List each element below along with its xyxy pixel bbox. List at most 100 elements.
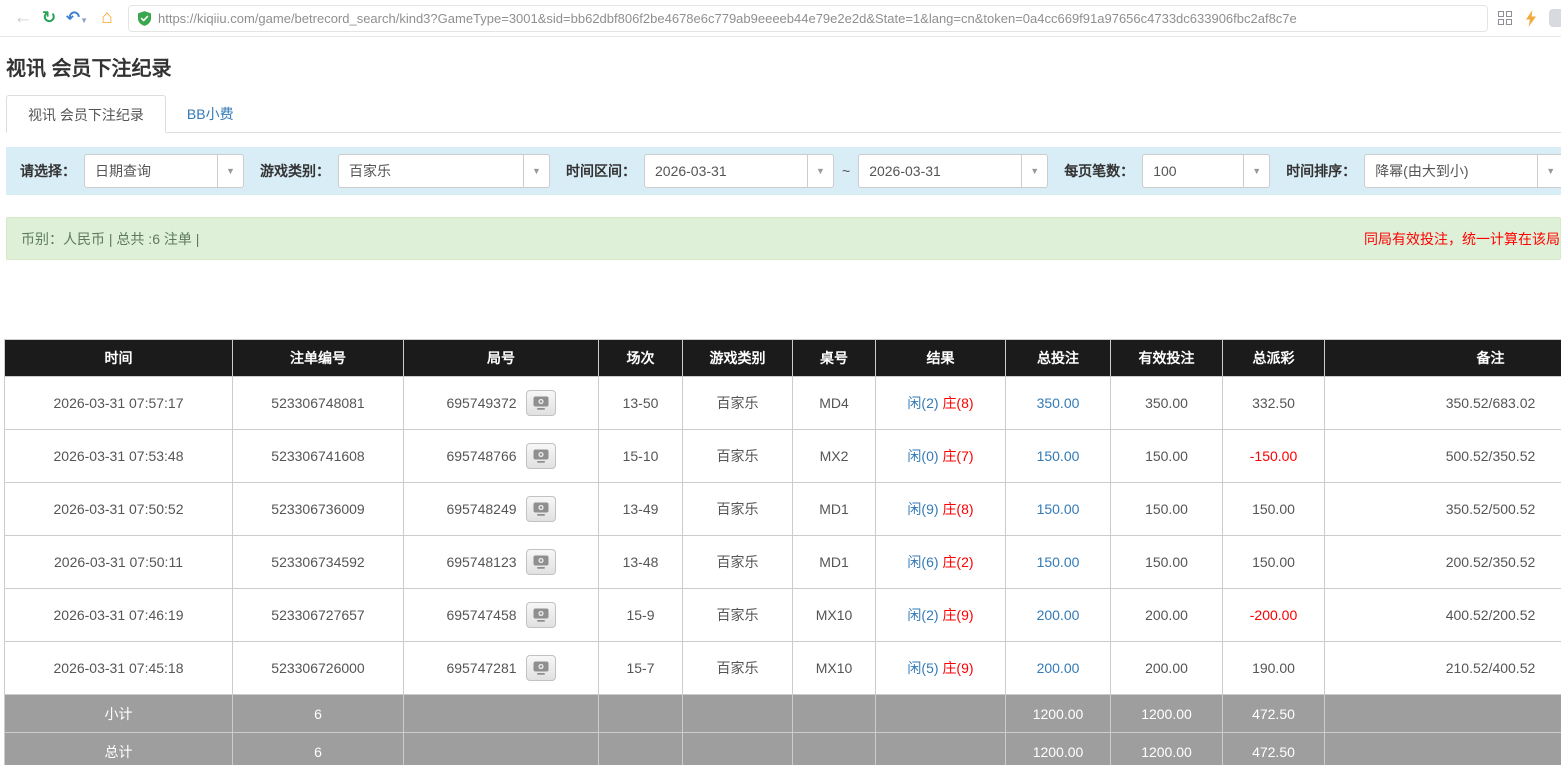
video-replay-button[interactable] — [526, 602, 556, 628]
refresh-button[interactable]: ↻ — [36, 4, 62, 32]
bet-id-cell: 523306748081 — [233, 377, 404, 430]
game-type-label: 游戏类别： — [260, 161, 330, 181]
round-number: 695748766 — [446, 448, 516, 464]
video-replay-button[interactable] — [526, 655, 556, 681]
footer-cell — [599, 733, 683, 765]
summary-notice-text: 同局有效投注，统一计算在该局第 — [1364, 229, 1561, 249]
result-banker: 庄(9) — [942, 660, 973, 676]
round-number: 695749372 — [446, 395, 516, 411]
tab-betrecord[interactable]: 视讯 会员下注纪录 — [6, 95, 166, 133]
chevron-down-icon: ▼ — [1537, 155, 1561, 187]
date-from-value: 2026-03-31 — [645, 163, 807, 179]
video-replay-button[interactable] — [526, 549, 556, 575]
game-type-cell: 百家乐 — [683, 536, 793, 589]
home-button[interactable]: ⌂ — [94, 4, 120, 32]
browser-toolbar-icons — [1498, 9, 1551, 27]
round-cell: 695747458 — [404, 589, 599, 642]
table-body: 2026-03-31 07:57:17523306748081 695749372… — [5, 377, 1561, 695]
tab-bar: 视讯 会员下注纪录 BB小费 — [6, 94, 1561, 133]
video-replay-button[interactable] — [526, 443, 556, 469]
round-wrap: 695747458 — [404, 602, 598, 628]
valid-bet-cell: 350.00 — [1111, 377, 1223, 430]
footer-cell: 6 — [233, 695, 404, 733]
footer-cell: 1200.00 — [1006, 695, 1111, 733]
column-header: 游戏类别 — [683, 340, 793, 377]
chevron-down-icon: ▼ — [80, 16, 88, 25]
footer-cell: 472.50 — [1223, 695, 1325, 733]
bet-row: 2026-03-31 07:46:19523306727657695747458… — [5, 589, 1561, 642]
payout-cell: 332.50 — [1223, 377, 1325, 430]
query-type-select[interactable]: 日期查询 ▼ — [84, 154, 244, 188]
sort-label: 时间排序： — [1286, 161, 1356, 181]
video-replay-button[interactable] — [526, 496, 556, 522]
game-type-cell: 百家乐 — [683, 483, 793, 536]
date-from-select[interactable]: 2026-03-31 ▼ — [644, 154, 834, 188]
apps-grid-icon[interactable] — [1498, 11, 1513, 26]
result-banker: 庄(9) — [942, 607, 973, 623]
game-type-value: 百家乐 — [339, 161, 523, 181]
game-type-select[interactable]: 百家乐 ▼ — [338, 154, 550, 188]
bet-id-cell: 523306741608 — [233, 430, 404, 483]
note-cell: 400.52/200.52 — [1325, 589, 1561, 642]
subtotal-row: 小计61200.001200.00472.50 — [5, 695, 1561, 733]
valid-bet-cell: 150.00 — [1111, 536, 1223, 589]
total-row: 总计61200.001200.00472.50 — [5, 733, 1561, 765]
column-header: 总派彩 — [1223, 340, 1325, 377]
cut-off-icon[interactable] — [1549, 9, 1561, 27]
time-cell: 2026-03-31 07:50:11 — [5, 536, 233, 589]
payout-cell: 150.00 — [1223, 536, 1325, 589]
session-cell: 15-9 — [599, 589, 683, 642]
column-header: 注单编号 — [233, 340, 404, 377]
column-header: 备注 — [1325, 340, 1561, 377]
page-size-label: 每页笔数： — [1064, 161, 1134, 181]
footer-cell — [876, 733, 1006, 765]
round-wrap: 695747281 — [404, 655, 598, 681]
tab-bb-tip[interactable]: BB小费 — [166, 95, 255, 133]
sort-select[interactable]: 降幂(由大到小) ▼ — [1364, 154, 1561, 188]
undo-button[interactable]: ↶ ▼ — [62, 4, 94, 32]
note-cell: 200.52/350.52 — [1325, 536, 1561, 589]
page-size-value: 100 — [1143, 163, 1243, 179]
chevron-down-icon: ▼ — [807, 155, 833, 187]
bet-id-cell: 523306734592 — [233, 536, 404, 589]
date-to-select[interactable]: 2026-03-31 ▼ — [858, 154, 1048, 188]
refresh-icon: ↻ — [42, 8, 56, 28]
game-type-cell: 百家乐 — [683, 589, 793, 642]
note-cell: 350.52/683.02 — [1325, 377, 1561, 430]
video-replay-button[interactable] — [526, 390, 556, 416]
bet-id-cell: 523306727657 — [233, 589, 404, 642]
result-player: 闲(6) — [907, 554, 938, 570]
footer-cell — [1325, 695, 1561, 733]
bet-table-wrap: 时间注单编号局号场次游戏类别桌号结果总投注有效投注总派彩备注 2026-03-3… — [4, 339, 1561, 765]
query-type-label: 请选择： — [20, 161, 76, 181]
round-wrap: 695748766 — [404, 443, 598, 469]
total-bet-cell: 150.00 — [1006, 483, 1111, 536]
result-player: 闲(2) — [907, 607, 938, 623]
note-cell: 500.52/350.52 — [1325, 430, 1561, 483]
back-button[interactable]: ← — [10, 4, 36, 32]
result-player: 闲(2) — [907, 395, 938, 411]
footer-cell — [683, 695, 793, 733]
lightning-icon[interactable] — [1525, 10, 1537, 27]
result-banker: 庄(7) — [942, 448, 973, 464]
payout-cell: -200.00 — [1223, 589, 1325, 642]
round-cell: 695748123 — [404, 536, 599, 589]
session-cell: 13-50 — [599, 377, 683, 430]
table-number-cell: MX10 — [793, 642, 876, 695]
total-bet-cell: 150.00 — [1006, 536, 1111, 589]
column-header: 总投注 — [1006, 340, 1111, 377]
total-bet-cell: 200.00 — [1006, 589, 1111, 642]
range-separator: ~ — [842, 163, 850, 179]
valid-bet-cell: 150.00 — [1111, 430, 1223, 483]
table-number-cell: MX2 — [793, 430, 876, 483]
address-bar[interactable]: https://kiqiiu.com/game/betrecord_search… — [128, 5, 1488, 32]
round-wrap: 695749372 — [404, 390, 598, 416]
chevron-down-icon: ▼ — [1021, 155, 1047, 187]
footer-cell — [793, 695, 876, 733]
time-cell: 2026-03-31 07:57:17 — [5, 377, 233, 430]
summary-bar: 币别：人民币 | 总共 :6 注单 | 同局有效投注，统一计算在该局第 — [6, 217, 1561, 260]
time-cell: 2026-03-31 07:53:48 — [5, 430, 233, 483]
payout-cell: 190.00 — [1223, 642, 1325, 695]
page-size-select[interactable]: 100 ▼ — [1142, 154, 1270, 188]
round-cell: 695748249 — [404, 483, 599, 536]
